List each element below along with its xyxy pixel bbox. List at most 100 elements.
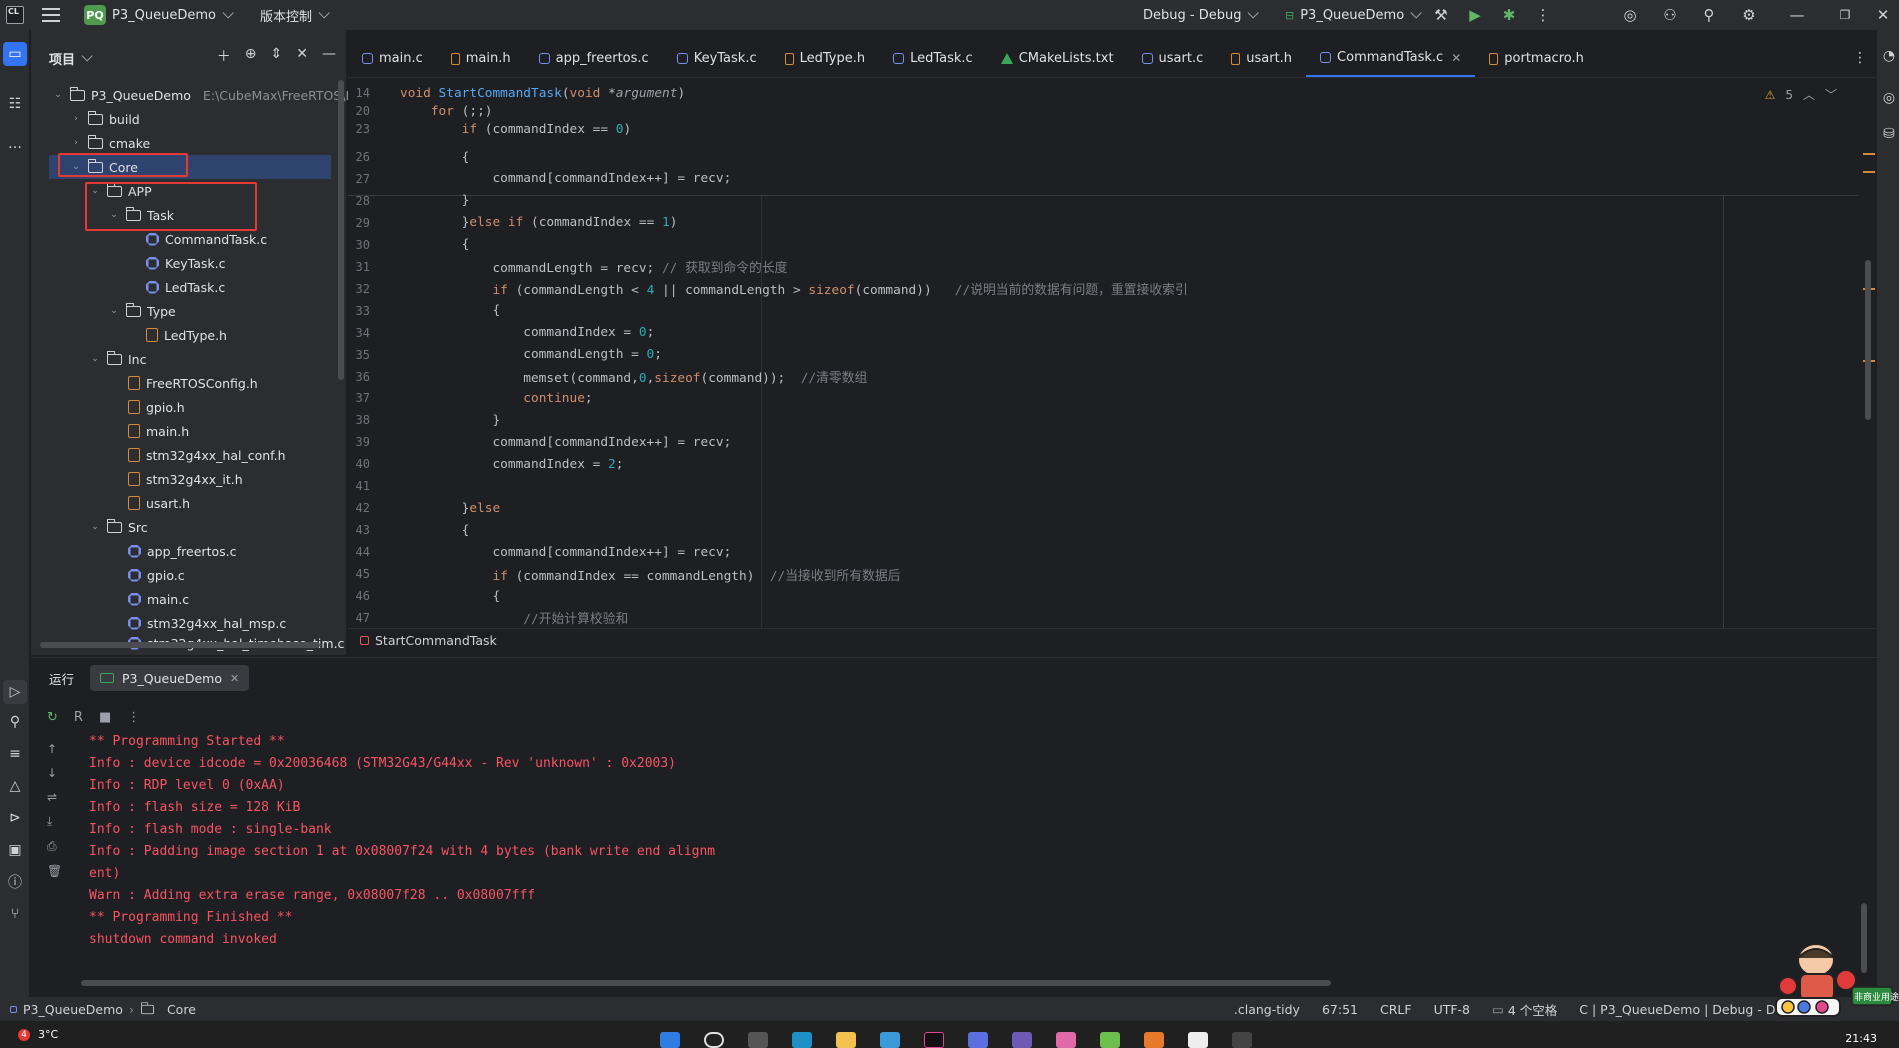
stop-icon[interactable]: ■ bbox=[99, 710, 111, 725]
tabs-more-icon[interactable]: ⋮ bbox=[1853, 50, 1867, 66]
code-line[interactable]: 46 { bbox=[348, 585, 1858, 607]
tree-item-keytask-c[interactable]: KeyTask.c bbox=[146, 251, 226, 275]
status-linter[interactable]: .clang-tidy bbox=[1234, 1002, 1300, 1017]
code-line[interactable]: 34 commandIndex = 0; bbox=[348, 322, 1858, 344]
ai-chat-icon[interactable]: ◎ bbox=[1877, 86, 1899, 110]
project-tool-icon[interactable]: ▭ bbox=[3, 42, 27, 66]
weather-widget[interactable]: 4 3°C bbox=[18, 1028, 58, 1041]
clion-taskbar-icon[interactable] bbox=[924, 1032, 944, 1048]
tree-item-gpio-c[interactable]: gpio.c bbox=[128, 563, 185, 587]
print-icon[interactable]: ⎙ bbox=[47, 839, 62, 854]
code-line[interactable]: 44 command[commandIndex++] = recv; bbox=[348, 541, 1858, 563]
status-encoding[interactable]: UTF-8 bbox=[1434, 1002, 1470, 1017]
expand-all-icon[interactable]: ⇕ bbox=[271, 46, 283, 66]
breadcrumb-function[interactable]: StartCommandTask bbox=[375, 633, 497, 648]
taskbar-app-icon[interactable] bbox=[1100, 1032, 1120, 1048]
tree-item-cmake[interactable]: › cmake bbox=[70, 131, 150, 155]
code-line[interactable]: 38 } bbox=[348, 409, 1858, 431]
tab-main-c[interactable]: main.c bbox=[348, 41, 437, 77]
status-context[interactable]: C | P3_QueueDemo | Debug - Debu bbox=[1579, 1002, 1799, 1017]
taskbar-app-icon[interactable] bbox=[1232, 1032, 1252, 1048]
taskbar-app-icon[interactable] bbox=[1188, 1032, 1208, 1048]
soft-wrap-icon[interactable]: ⇌ bbox=[47, 790, 62, 804]
taskbar-clock[interactable]: 21:43 bbox=[1845, 1032, 1877, 1045]
code-line[interactable]: 27 command[commandIndex++] = recv; bbox=[348, 168, 1858, 190]
search-icon[interactable]: ⚲ bbox=[1700, 6, 1718, 24]
tree-item-ledtask-c[interactable]: LedTask.c bbox=[146, 275, 225, 299]
notifications-bell-icon[interactable]: ◔ bbox=[1877, 44, 1899, 68]
close-tab-icon[interactable]: ✕ bbox=[230, 672, 239, 685]
tree-item-app-freertos-c[interactable]: app_freertos.c bbox=[128, 539, 236, 563]
project-horizontal-scrollbar[interactable] bbox=[40, 642, 320, 648]
run-config-tab[interactable]: P3_QueueDemo ✕ bbox=[90, 665, 250, 691]
terminal-tool-icon[interactable]: ▣ bbox=[3, 838, 27, 862]
code-line[interactable]: 33 { bbox=[348, 300, 1858, 322]
code-line[interactable]: 30 { bbox=[348, 234, 1858, 256]
more-tools-icon[interactable]: … bbox=[3, 132, 27, 156]
ai-assistant-icon[interactable]: ◎ bbox=[1621, 6, 1639, 24]
tab-cmakelists[interactable]: CMakeLists.txt bbox=[987, 41, 1128, 77]
editor-vertical-scrollbar[interactable] bbox=[1865, 260, 1871, 420]
tree-item-src[interactable]: ⌄ Src bbox=[89, 515, 148, 539]
scroll-to-end-icon[interactable]: ⤓ bbox=[47, 814, 62, 829]
taskbar-app-icon[interactable] bbox=[1144, 1032, 1164, 1048]
project-badge[interactable]: PQ bbox=[84, 5, 106, 25]
tree-item-hal-conf-h[interactable]: stm32g4xx_hal_conf.h bbox=[128, 443, 286, 467]
tree-item-build[interactable]: › build bbox=[70, 107, 140, 131]
task-view-icon[interactable] bbox=[748, 1032, 768, 1048]
hide-panel-icon[interactable]: — bbox=[322, 46, 336, 66]
tree-item-hal-msp-c[interactable]: stm32g4xx_hal_msp.c bbox=[128, 611, 286, 635]
project-view-selector[interactable]: 项目 bbox=[49, 49, 93, 68]
tree-root[interactable]: ⌄ P3_QueueDemo E:\CubeMax\FreeRTOS\P3 bbox=[52, 83, 361, 107]
tree-item-usart-h[interactable]: usart.h bbox=[128, 491, 190, 515]
code-line[interactable]: 43 { bbox=[348, 519, 1858, 541]
console-output[interactable]: ** Programming Started ** Info : device i… bbox=[89, 734, 1789, 949]
tree-item-ledtype-h[interactable]: LedType.h bbox=[146, 323, 227, 347]
tree-item-main-c[interactable]: main.c bbox=[128, 587, 189, 611]
tree-item-gpio-h[interactable]: gpio.h bbox=[128, 395, 185, 419]
rerun-icon[interactable]: ↻ bbox=[47, 710, 58, 725]
minimize-icon[interactable]: — bbox=[1788, 6, 1806, 24]
add-icon[interactable]: ＋ bbox=[217, 46, 231, 66]
target-selector[interactable]: ⊟ P3_QueueDemo bbox=[1285, 7, 1422, 23]
taskbar-app-icon[interactable] bbox=[1012, 1032, 1032, 1048]
log-tool-icon[interactable]: ≡ bbox=[3, 742, 27, 766]
vcs-tool-icon[interactable]: ⑂ bbox=[3, 902, 27, 926]
locate-icon[interactable]: ⊕ bbox=[245, 46, 257, 66]
code-line[interactable]: 32 if (commandLength < 4 || commandLengt… bbox=[348, 278, 1858, 300]
debug-bug-icon[interactable]: ✱ bbox=[1500, 6, 1518, 24]
console-horizontal-scrollbar[interactable] bbox=[81, 980, 1331, 986]
edge-browser-icon[interactable] bbox=[792, 1032, 812, 1048]
code-line[interactable]: 40 commandIndex = 2; bbox=[348, 453, 1858, 475]
code-line[interactable]: 42 }else bbox=[348, 497, 1858, 519]
problems-tool-icon[interactable]: △ bbox=[3, 774, 27, 798]
close-tab-icon[interactable]: ✕ bbox=[1451, 51, 1461, 65]
code-line[interactable]: 31 commandLength = recv; // 获取到命令的长度 bbox=[348, 256, 1858, 278]
vcs-menu[interactable]: 版本控制 bbox=[260, 6, 330, 25]
status-indent[interactable]: ▭ 4 个空格 bbox=[1492, 1000, 1557, 1019]
code-line[interactable]: 41 bbox=[348, 475, 1858, 497]
taskbar-app-icon[interactable] bbox=[968, 1032, 988, 1048]
tree-item-it-h[interactable]: stm32g4xx_it.h bbox=[128, 467, 243, 491]
start-menu-icon[interactable] bbox=[660, 1032, 680, 1048]
settings-gear-icon[interactable]: ⚙ bbox=[1740, 6, 1758, 24]
status-project[interactable]: P3_QueueDemo bbox=[23, 1002, 123, 1017]
more-actions-icon[interactable]: ⋮ bbox=[1534, 6, 1552, 24]
build-hammer-icon[interactable]: ⚒ bbox=[1432, 6, 1450, 24]
main-menu-icon[interactable] bbox=[42, 8, 60, 22]
taskbar-app-icon[interactable] bbox=[880, 1032, 900, 1048]
taskbar-search-icon[interactable] bbox=[704, 1032, 724, 1048]
non-commercial-mascot[interactable]: 非商业用途 bbox=[1768, 940, 1899, 1020]
database-icon[interactable]: ⛁ bbox=[1877, 122, 1899, 146]
file-explorer-icon[interactable] bbox=[836, 1032, 856, 1048]
tab-usart-c[interactable]: usart.c bbox=[1128, 41, 1218, 77]
project-vertical-scrollbar[interactable] bbox=[338, 80, 344, 380]
code-line[interactable]: 37 continue; bbox=[348, 387, 1858, 409]
project-switcher[interactable]: P3_QueueDemo bbox=[112, 7, 234, 23]
scroll-down-icon[interactable]: ↓ bbox=[47, 766, 62, 780]
rerun-failed-icon[interactable]: R bbox=[74, 710, 83, 725]
services-tool-icon[interactable]: ⊳ bbox=[3, 806, 27, 830]
collapse-all-icon[interactable]: ✕ bbox=[296, 46, 308, 66]
code-line[interactable]: 36 memset(command,0,sizeof(command)); //… bbox=[348, 366, 1858, 388]
tree-item-main-h[interactable]: main.h bbox=[128, 419, 189, 443]
